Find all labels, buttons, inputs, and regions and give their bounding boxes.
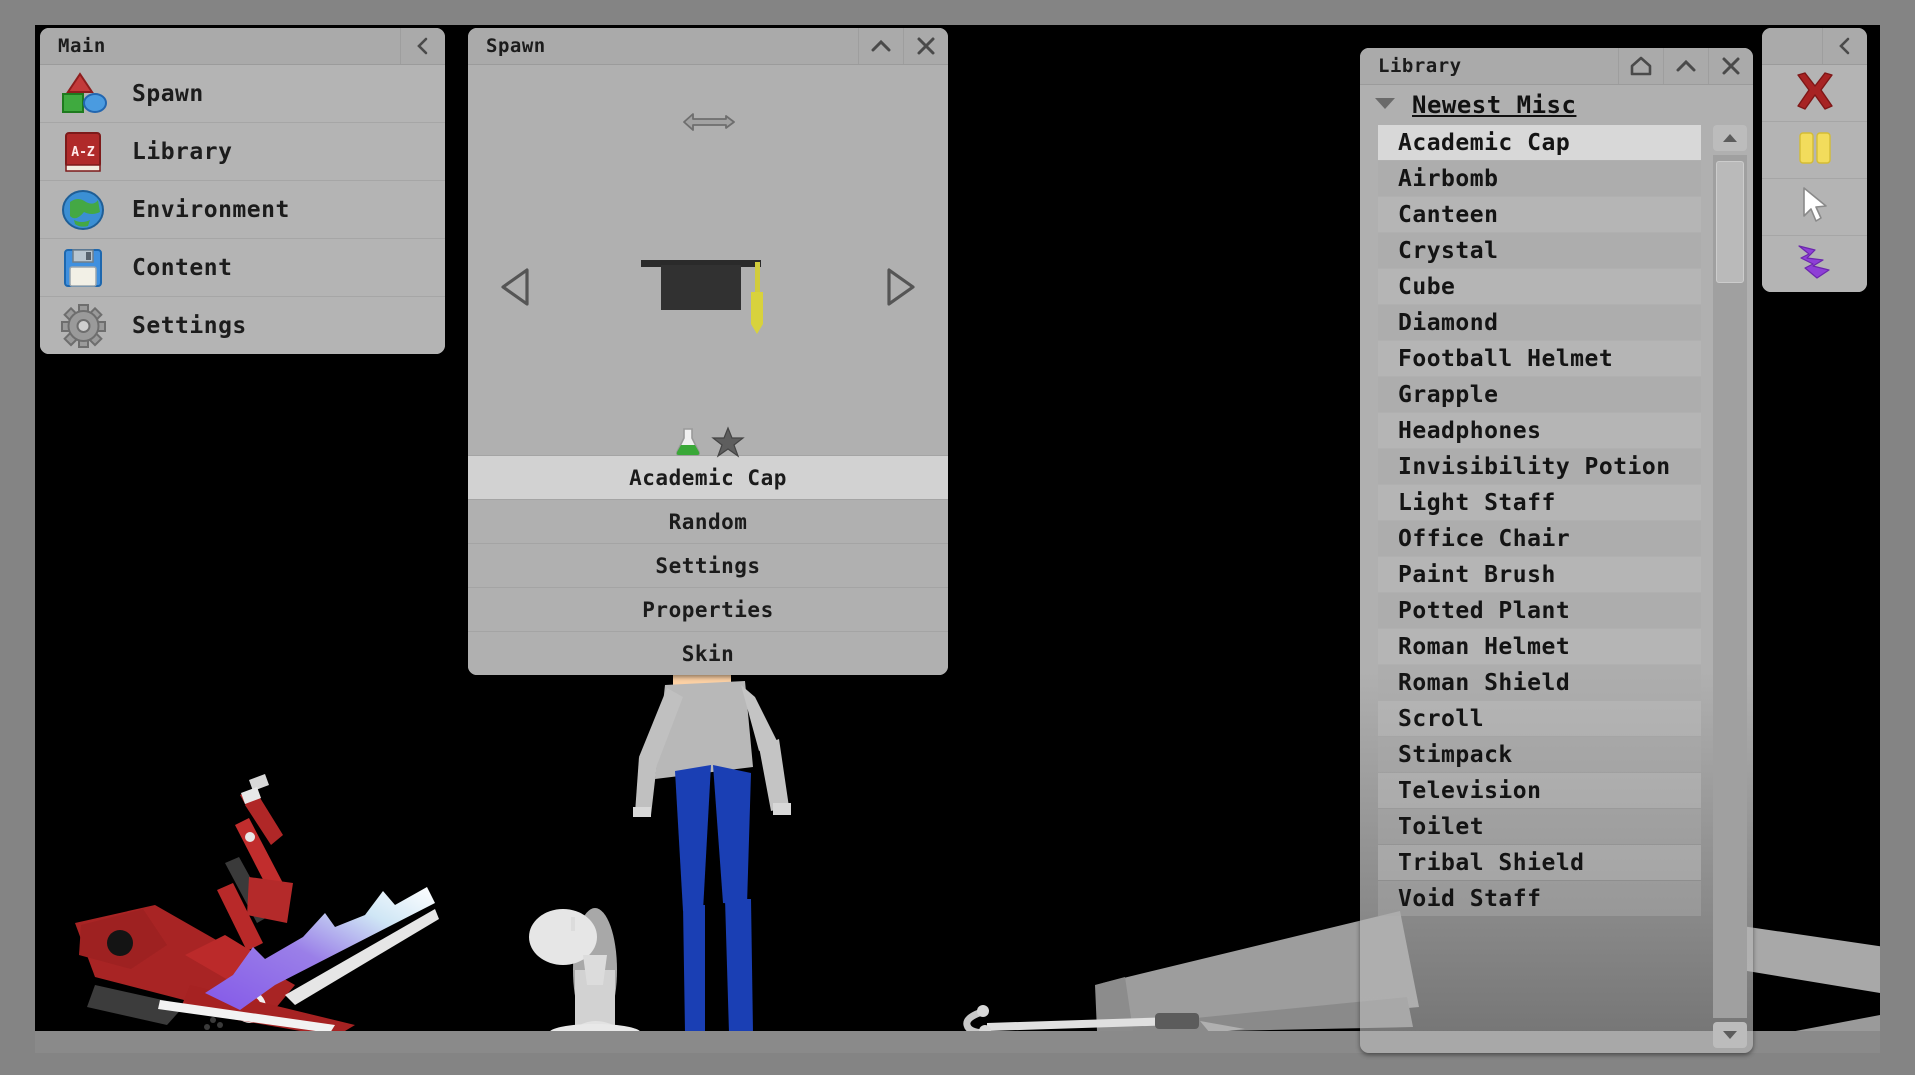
list-item[interactable]: Potted Plant [1378,593,1701,628]
list-item[interactable]: Light Staff [1378,485,1701,520]
library-collapse-button[interactable] [1663,48,1708,84]
list-item[interactable]: Crystal [1378,233,1701,268]
library-body: Newest Misc Academic Cap Airbomb Canteen… [1360,85,1753,1053]
library-home-button[interactable] [1618,48,1663,84]
app-root: Main Spawn A-Z Library Environment Conte… [0,0,1915,1075]
scroll-down-button[interactable] [1713,1022,1747,1048]
list-item[interactable]: Roman Helmet [1378,629,1701,664]
prev-item-button[interactable] [496,265,536,313]
spawn-button-properties[interactable]: Properties [468,587,948,631]
list-item[interactable]: Scroll [1378,701,1701,736]
library-panel: Library Newest Misc Academic Cap Airbomb… [1360,48,1753,1053]
sidebar-item-spawn[interactable]: Spawn [40,65,445,123]
tool-pause-button[interactable] [1762,122,1867,179]
list-item[interactable]: Headphones [1378,413,1701,448]
sidebar-item-spawn-label: Spawn [132,80,204,107]
spawn-collapse-button[interactable] [858,28,903,64]
book-az-icon: A-Z [58,128,112,176]
spawn-button-skin[interactable]: Skin [468,631,948,675]
spawn-button-settings[interactable]: Settings [468,543,948,587]
sidebar-item-library[interactable]: A-Z Library [40,123,445,181]
library-group-label: Newest Misc [1412,91,1577,119]
library-item-list[interactable]: Academic Cap Airbomb Canteen Crystal Cub… [1360,125,1709,1053]
chevron-down-icon [1372,94,1398,116]
sidebar-item-settings-label: Settings [132,312,247,339]
spawn-close-button[interactable] [903,28,948,64]
gear-icon [58,302,112,350]
main-panel: Main Spawn A-Z Library Environment Conte… [40,28,445,354]
tool-delete-button[interactable] [1762,65,1867,122]
list-item[interactable]: Grapple [1378,377,1701,412]
scrollbar-track[interactable] [1713,155,1747,1018]
next-item-button[interactable] [880,265,920,313]
spawn-preview-area[interactable] [468,65,948,458]
flask-icon [671,425,705,463]
list-item[interactable]: Tribal Shield [1378,845,1701,880]
globe-icon [58,186,112,234]
list-item[interactable]: Toilet [1378,809,1701,844]
library-scrollbar[interactable] [1713,125,1747,1048]
library-panel-title: Library [1378,55,1462,77]
spawn-panel-titlebar: Spawn [468,28,948,65]
main-panel-titlebar: Main [40,28,445,65]
scene-object-pedestal-fan [529,908,641,1042]
list-item[interactable]: Airbomb [1378,161,1701,196]
main-collapse-button[interactable] [400,28,445,64]
tool-panel-titlebar [1762,28,1867,65]
shapes-icon [58,70,112,118]
sidebar-item-library-label: Library [132,138,233,165]
spawn-panel-title: Spawn [486,35,546,57]
library-close-button[interactable] [1708,48,1753,84]
tool-lightning-button[interactable] [1762,236,1867,292]
list-item[interactable]: Stimpack [1378,737,1701,772]
tool-collapse-button[interactable] [1822,28,1867,64]
sidebar-item-content[interactable]: Content [40,239,445,297]
list-item[interactable]: Roman Shield [1378,665,1701,700]
list-item[interactable]: Cube [1378,269,1701,304]
list-item[interactable]: Academic Cap [1378,125,1701,160]
academic-cap-preview-icon [633,250,783,344]
spawn-panel: Spawn Academic Cap Random Settings Prope… [468,28,948,675]
pause-bars-icon [1794,128,1836,172]
sidebar-item-environment-label: Environment [132,196,290,223]
tool-select-button[interactable] [1762,179,1867,236]
library-panel-titlebar: Library [1360,48,1753,85]
lightning-bolt-icon [1793,240,1837,288]
sidebar-item-environment[interactable]: Environment [40,181,445,239]
star-icon [711,425,745,463]
tool-panel [1762,28,1867,292]
list-item[interactable]: Invisibility Potion [1378,449,1701,484]
flip-horizontal-icon[interactable] [679,109,737,139]
list-item[interactable]: Television [1378,773,1701,808]
svg-text:A-Z: A-Z [71,145,95,160]
spawn-button-random[interactable]: Random [468,499,948,543]
scroll-up-button[interactable] [1713,125,1747,151]
cursor-select-icon [1796,184,1834,230]
spawn-badges [671,425,745,463]
main-panel-title: Main [58,35,106,57]
sidebar-item-content-label: Content [132,254,233,281]
red-x-icon [1792,70,1838,116]
list-item[interactable]: Paint Brush [1378,557,1701,592]
list-item[interactable]: Office Chair [1378,521,1701,556]
list-item[interactable]: Canteen [1378,197,1701,232]
scrollbar-thumb[interactable] [1716,161,1744,283]
scene-object-far-right-panel [1735,925,1880,1033]
list-item[interactable]: Football Helmet [1378,341,1701,376]
floppy-disk-icon [58,244,112,292]
library-group-header[interactable]: Newest Misc [1360,85,1753,125]
list-item[interactable]: Diamond [1378,305,1701,340]
list-item[interactable]: Void Staff [1378,881,1701,916]
sidebar-item-settings[interactable]: Settings [40,297,445,354]
